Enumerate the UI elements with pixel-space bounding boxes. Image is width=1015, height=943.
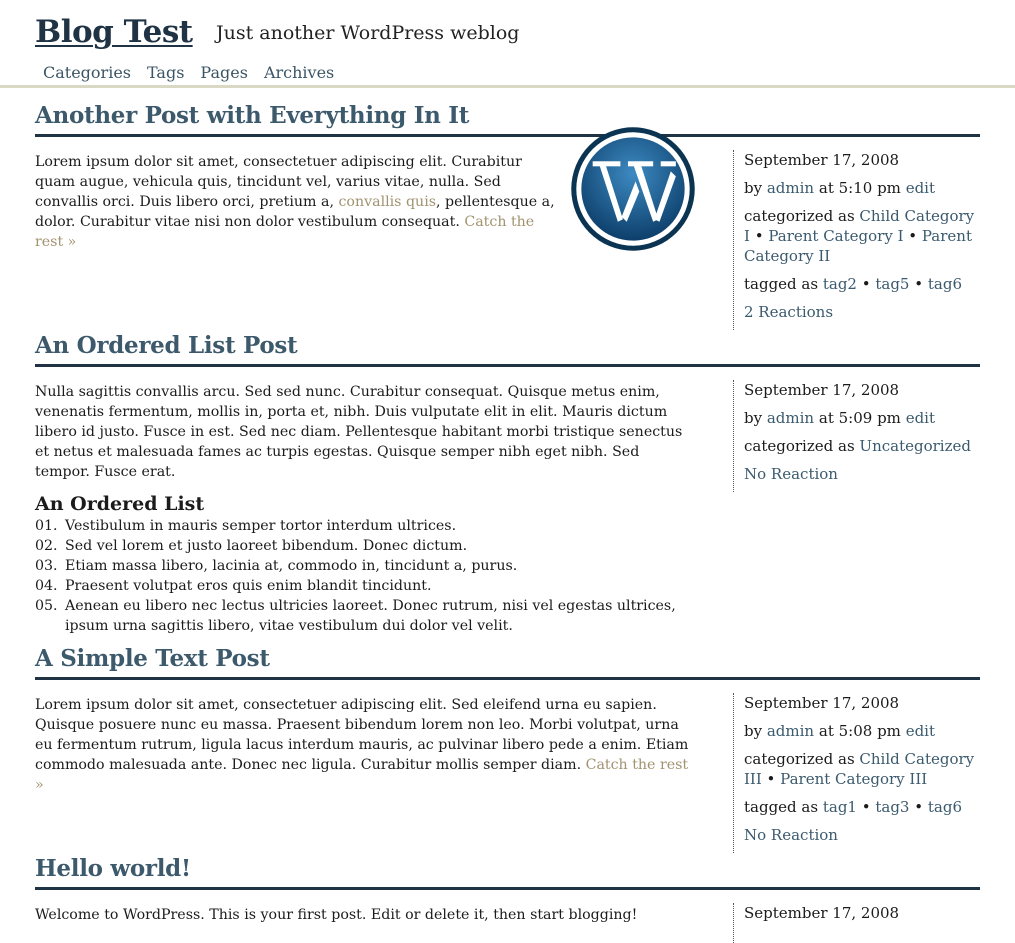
- post-body: Lorem ipsum dolor sit amet, consectetuer…: [35, 152, 565, 252]
- post: Another Post with Everything In It Lorem…: [35, 102, 980, 330]
- list-item: 01. Vestibulum in mauris semper tortor in…: [35, 518, 457, 534]
- post-title[interactable]: A Simple Text Post: [35, 645, 980, 673]
- tag-link[interactable]: tag1: [823, 798, 857, 816]
- category-link[interactable]: Uncategorized: [859, 437, 971, 455]
- post-title[interactable]: Another Post with Everything In It: [35, 102, 980, 130]
- post-date: September 17, 2008: [744, 904, 900, 922]
- title-rule: [35, 677, 980, 680]
- post-categories: categorized as Child Category I • Parent…: [744, 207, 975, 265]
- post-tags: tagged as tag1 • tag3 • tag6: [744, 798, 962, 816]
- post-text: Welcome to WordPress. This is your first…: [35, 907, 638, 923]
- tag-link[interactable]: tag5: [875, 275, 909, 293]
- post-date: September 17, 2008: [744, 151, 900, 169]
- nav-pages[interactable]: Pages: [200, 63, 248, 82]
- site-header: Blog Test Just another WordPress weblog …: [0, 0, 1015, 88]
- list-heading: An Ordered List: [35, 493, 205, 515]
- list-item: 04. Praesent volutpat eros quis enim blan…: [35, 578, 432, 594]
- post-title[interactable]: An Ordered List Post: [35, 332, 980, 360]
- nav-archives[interactable]: Archives: [264, 63, 334, 82]
- post-body: Welcome to WordPress. This is your first…: [35, 905, 695, 925]
- tag-link[interactable]: tag6: [928, 798, 962, 816]
- site-title[interactable]: Blog Test: [35, 14, 193, 50]
- nav-tags[interactable]: Tags: [147, 63, 184, 82]
- post-date: September 17, 2008: [744, 381, 900, 399]
- author-link[interactable]: admin: [767, 722, 814, 740]
- ordered-list: 01. Vestibulum in mauris semper tortor in…: [35, 516, 695, 636]
- list-item: 05. Aenean eu libero nec lectus ultricies…: [35, 598, 676, 634]
- main-nav: Categories Tags Pages Archives: [43, 63, 334, 82]
- post-date: September 17, 2008: [744, 694, 900, 712]
- title-rule: [35, 364, 980, 367]
- site-description: Just another WordPress weblog: [216, 22, 520, 44]
- post: An Ordered List Post Nulla sagittis conv…: [35, 332, 980, 634]
- post-meta: September 17, 2008 by admin at 5:10 pm e…: [733, 150, 980, 330]
- post-title[interactable]: Hello world!: [35, 855, 980, 883]
- tag-link[interactable]: tag2: [823, 275, 857, 293]
- post-meta: September 17, 2008 by admin at 5:09 pm e…: [733, 380, 980, 492]
- post-body: Lorem ipsum dolor sit amet, consectetuer…: [35, 695, 695, 795]
- list-item: 02. Sed vel lorem et justo laoreet bibend…: [35, 538, 468, 554]
- list-item: 03. Etiam massa libero, lacinia at, commo…: [35, 558, 518, 574]
- reactions-link[interactable]: 2 Reactions: [744, 303, 833, 321]
- post-body: Nulla sagittis convallis arcu. Sed sed n…: [35, 382, 695, 636]
- post-meta: September 17, 2008 by admin at 5:08 pm e…: [733, 693, 980, 853]
- tag-link[interactable]: tag6: [928, 275, 962, 293]
- reactions-link[interactable]: No Reaction: [744, 465, 838, 483]
- post-tags: tagged as tag2 • tag5 • tag6: [744, 275, 962, 293]
- edit-link[interactable]: edit: [906, 722, 935, 740]
- edit-link[interactable]: edit: [906, 179, 935, 197]
- inline-link[interactable]: convallis quis: [338, 194, 436, 210]
- post-byline: by admin at 5:10 pm edit: [744, 179, 935, 197]
- title-rule: [35, 887, 980, 890]
- title-rule: [35, 134, 980, 137]
- post-categories: categorized as Uncategorized: [744, 437, 971, 455]
- post-byline: by admin at 5:08 pm edit: [744, 722, 935, 740]
- tag-link[interactable]: tag3: [875, 798, 909, 816]
- post: A Simple Text Post Lorem ipsum dolor sit…: [35, 645, 980, 853]
- author-link[interactable]: admin: [767, 179, 814, 197]
- wordpress-logo-icon: [571, 127, 695, 251]
- post-byline: by admin at 5:09 pm edit: [744, 409, 935, 427]
- author-link[interactable]: admin: [767, 409, 814, 427]
- nav-categories[interactable]: Categories: [43, 63, 131, 82]
- category-link[interactable]: Parent Category III: [780, 770, 927, 788]
- edit-link[interactable]: edit: [906, 409, 935, 427]
- reactions-link[interactable]: No Reaction: [744, 826, 838, 844]
- post: Hello world! Welcome to WordPress. This …: [35, 855, 980, 943]
- category-link[interactable]: Parent Category I: [768, 227, 903, 245]
- post-categories: categorized as Child Category III • Pare…: [744, 750, 975, 788]
- post-text: Nulla sagittis convallis arcu. Sed sed n…: [35, 384, 683, 480]
- post-meta: September 17, 2008: [733, 903, 980, 943]
